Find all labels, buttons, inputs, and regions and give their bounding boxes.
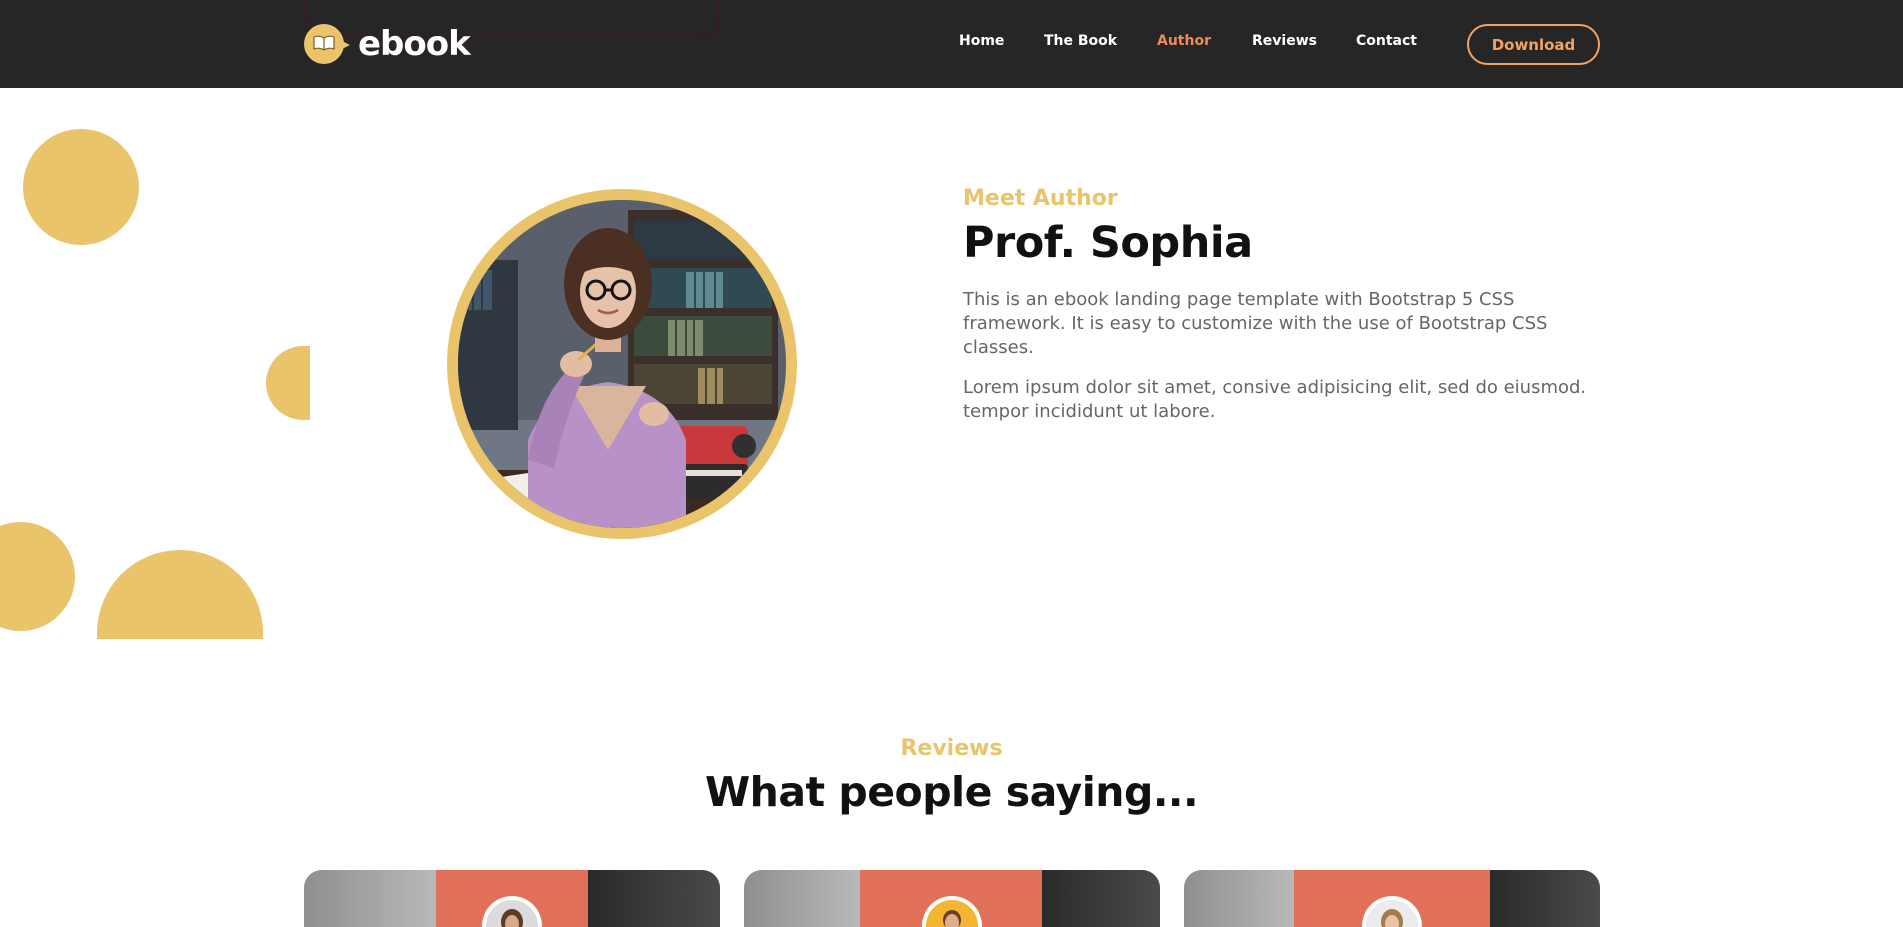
open-book-icon xyxy=(304,23,350,65)
decorative-semicircle xyxy=(97,550,263,639)
reviews-kicker: Reviews xyxy=(900,736,1003,761)
review-card xyxy=(744,870,1160,927)
navbar: ebook Home The Book Author Reviews Conta… xyxy=(0,0,1903,88)
author-bio-paragraph: Lorem ipsum dolor sit amet, consive adip… xyxy=(963,377,1587,422)
decorative-circle xyxy=(0,522,75,631)
brand-name: ebook xyxy=(358,24,471,64)
nav-link-reviews[interactable]: Reviews xyxy=(1252,33,1317,49)
download-button[interactable]: Download xyxy=(1467,24,1600,65)
nav-link-home[interactable]: Home xyxy=(959,33,1004,49)
reviews-title: What people saying... xyxy=(704,768,1199,816)
author-portrait-image xyxy=(458,200,786,528)
decorative-half-circle xyxy=(266,346,310,420)
author-name: Prof. Sophia xyxy=(963,218,1253,268)
author-kicker: Meet Author xyxy=(963,186,1118,211)
author-photo xyxy=(447,189,797,539)
nav-link-contact[interactable]: Contact xyxy=(1356,33,1417,49)
nav-link-author[interactable]: Author xyxy=(1157,33,1211,49)
author-bio-paragraph: This is an ebook landing page template w… xyxy=(963,289,1548,358)
nav-link-the-book[interactable]: The Book xyxy=(1044,33,1117,49)
review-card xyxy=(304,870,720,927)
review-card xyxy=(1184,870,1600,927)
brand-logo[interactable]: ebook xyxy=(304,22,471,66)
decorative-circle xyxy=(23,129,139,245)
